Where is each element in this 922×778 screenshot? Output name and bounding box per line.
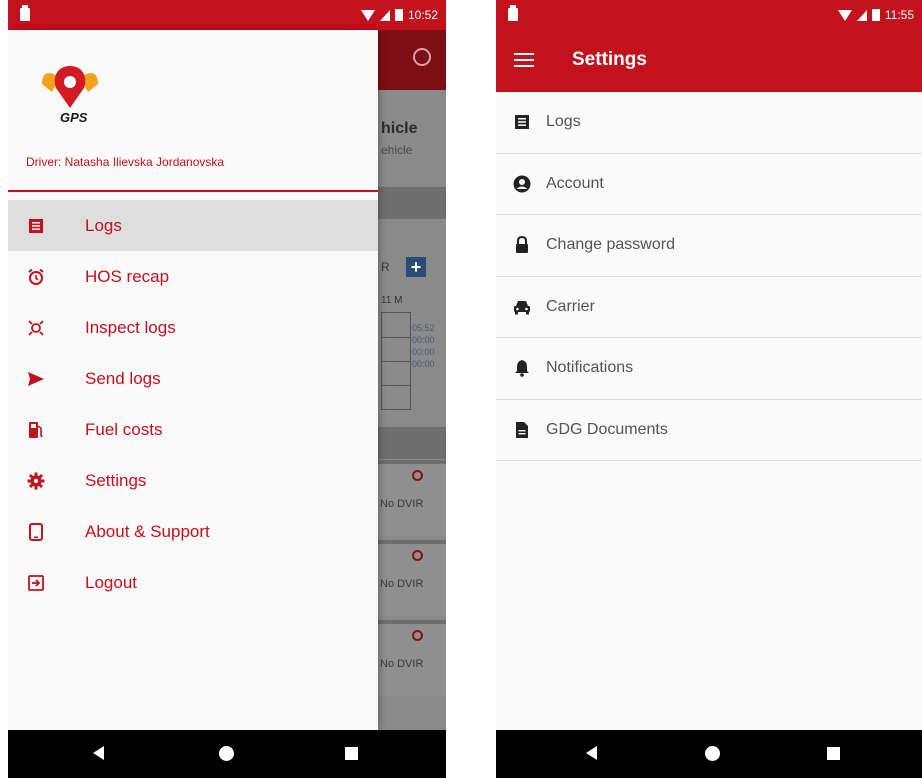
drawer-item-settings[interactable]: Settings xyxy=(8,455,378,506)
wifi-icon xyxy=(837,9,852,21)
settings-item-notifications[interactable]: Notifications xyxy=(496,338,922,400)
home-icon[interactable] xyxy=(705,746,720,761)
signal-icon xyxy=(856,9,867,21)
settings-item-account[interactable]: Account xyxy=(496,153,922,215)
bell-icon xyxy=(512,358,532,378)
sd-card-icon xyxy=(20,5,30,21)
settings-item-gdg-documents[interactable]: GDG Documents xyxy=(496,399,922,461)
navigation-drawer: GPS Driver: Natasha Ilievska Jordanovska… xyxy=(8,30,378,730)
dvir-card[interactable]: No DVIR xyxy=(378,620,446,696)
app-toolbar: Settings xyxy=(496,30,922,92)
drawer-item-logs[interactable]: Logs xyxy=(8,200,378,251)
drawer-menu: Logs HOS recap Inspect logs Send logs Fu… xyxy=(8,200,378,608)
svg-text:GPS: GPS xyxy=(60,110,88,125)
system-nav-bar xyxy=(496,730,922,778)
fuel-icon xyxy=(26,420,46,440)
alert-icon xyxy=(412,550,423,561)
phone-icon xyxy=(26,522,46,542)
page-title: Settings xyxy=(572,49,647,70)
wifi-icon xyxy=(360,9,375,21)
label-11m: 11 M xyxy=(381,295,403,306)
lock-icon xyxy=(512,235,532,255)
car-icon xyxy=(512,297,532,317)
vehicle-title: hicle xyxy=(381,120,418,137)
recent-apps-icon[interactable] xyxy=(345,747,358,760)
log-grid xyxy=(381,312,411,410)
drawer-item-inspect-logs[interactable]: Inspect logs xyxy=(8,302,378,353)
alarm-icon xyxy=(26,267,46,287)
list-icon xyxy=(512,112,532,132)
alert-icon xyxy=(412,630,423,641)
phone-screen-drawer: 10:52 hicle ehicle R + 11 M 05:52 00:00 … xyxy=(8,0,446,778)
back-icon[interactable] xyxy=(586,746,597,760)
drawer-item-hos-recap[interactable]: HOS recap xyxy=(8,251,378,302)
divider xyxy=(8,190,378,192)
settings-item-logs[interactable]: Logs xyxy=(496,92,922,154)
add-button[interactable]: + xyxy=(406,257,426,277)
gear-icon xyxy=(26,471,46,491)
recent-apps-icon[interactable] xyxy=(827,747,840,760)
drawer-item-fuel-costs[interactable]: Fuel costs xyxy=(8,404,378,455)
signal-icon xyxy=(379,9,390,21)
driver-name: Driver: Natasha Ilievska Jordanovska xyxy=(26,155,225,169)
battery-icon xyxy=(394,9,403,21)
logout-icon xyxy=(26,573,46,593)
drawer-item-logout[interactable]: Logout xyxy=(8,557,378,608)
system-nav-bar xyxy=(8,730,446,778)
status-time: 11:55 xyxy=(884,8,914,22)
status-bar: 11:55 xyxy=(496,0,922,30)
dvir-card[interactable]: No DVIR xyxy=(378,460,446,536)
document-icon xyxy=(512,420,532,440)
app-logo: GPS xyxy=(38,62,102,126)
settings-item-change-password[interactable]: Change password xyxy=(496,215,922,277)
status-bar: 10:52 xyxy=(8,0,446,30)
battery-icon xyxy=(871,9,880,21)
account-icon xyxy=(512,174,532,194)
vehicle-subtitle: ehicle xyxy=(381,143,413,157)
phone-screen-settings: 11:55 Settings Logs Account Change passw… xyxy=(496,0,922,778)
back-icon[interactable] xyxy=(93,746,104,760)
settings-list: Logs Account Change password Carrier Not… xyxy=(496,92,922,461)
alarm-icon xyxy=(413,48,431,66)
list-icon xyxy=(26,216,46,236)
send-icon xyxy=(26,369,46,389)
settings-item-carrier[interactable]: Carrier xyxy=(496,276,922,338)
inspect-icon xyxy=(26,318,46,338)
dvir-card[interactable]: No DVIR xyxy=(378,540,446,616)
log-times: 05:52 00:00 00:00 00:00 xyxy=(412,323,435,369)
home-icon[interactable] xyxy=(219,746,234,761)
sd-card-icon xyxy=(508,5,518,21)
drawer-item-send-logs[interactable]: Send logs xyxy=(8,353,378,404)
alert-icon xyxy=(412,470,423,481)
status-time: 10:52 xyxy=(407,8,438,22)
menu-icon[interactable] xyxy=(514,53,534,68)
label-r: R xyxy=(381,260,390,274)
drawer-item-about-support[interactable]: About & Support xyxy=(8,506,378,557)
